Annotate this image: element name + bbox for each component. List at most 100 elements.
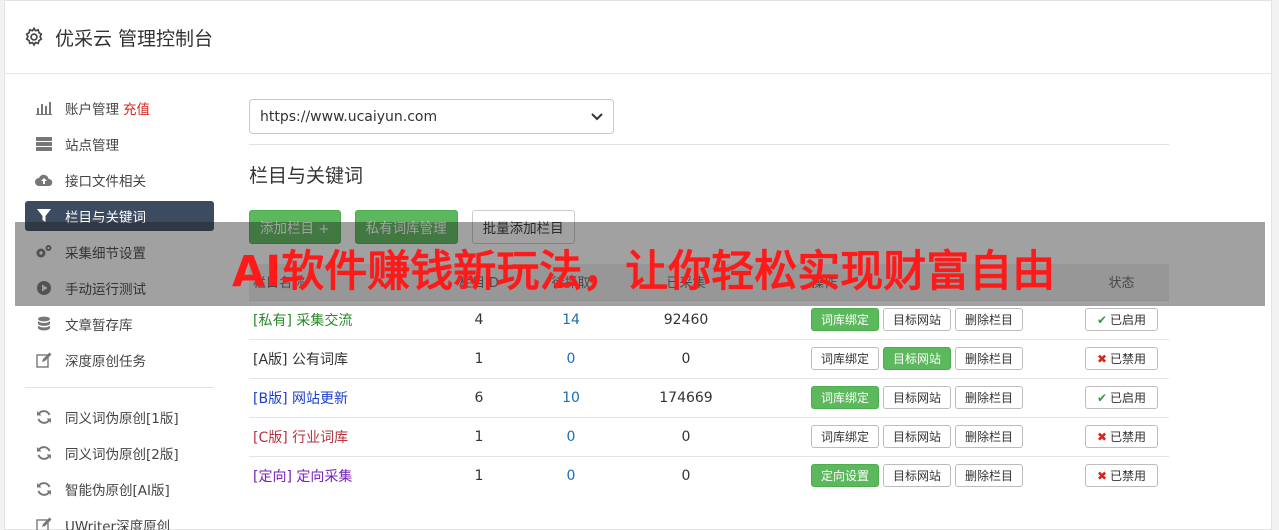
- sidebar-item-label: 文章暂存库: [65, 318, 133, 334]
- column-name-link[interactable]: 网站更新: [292, 391, 348, 407]
- sidebar-item-article-store[interactable]: 文章暂存库: [25, 309, 214, 339]
- delete-column-button[interactable]: 删除栏目: [955, 347, 1024, 370]
- status-label: 已启用: [1110, 313, 1147, 327]
- target-site-button[interactable]: 目标网站: [883, 464, 952, 488]
- collected-count: 0: [623, 416, 749, 456]
- pending-count[interactable]: 10: [519, 377, 623, 417]
- table-row: [B版] 网站更新 6 10 174669 词库绑定 目标网站 删除栏目 ✔ 已启用: [249, 377, 1169, 417]
- column-name-link[interactable]: 公有词库: [292, 352, 348, 368]
- status-cell: ✖ 已禁用: [1074, 416, 1169, 456]
- column-name-link[interactable]: 采集交流: [296, 313, 352, 329]
- pending-count[interactable]: 0: [519, 338, 623, 378]
- delete-column-button[interactable]: 删除栏目: [955, 425, 1024, 448]
- target-site-button[interactable]: 目标网站: [883, 308, 952, 331]
- header: 优采云 管理控制台: [5, 1, 1271, 74]
- status-toggle-button[interactable]: ✔ 已启用: [1085, 308, 1158, 331]
- operations-cell: 词库绑定 目标网站 删除栏目: [749, 416, 1074, 456]
- status-label: 已禁用: [1110, 469, 1147, 484]
- sidebar-item-account[interactable]: 账户管理 充值: [25, 93, 214, 123]
- refresh-icon: [35, 444, 53, 462]
- lexicon-bind-button[interactable]: 词库绑定: [811, 308, 880, 331]
- status-label: 已禁用: [1110, 352, 1147, 366]
- target-site-button[interactable]: 目标网站: [883, 386, 952, 409]
- database-icon: [35, 315, 53, 333]
- sidebar-item-synonym-v2[interactable]: 同义词伪原创[2版]: [25, 438, 214, 468]
- status-toggle-button[interactable]: ✔ 已启用: [1085, 386, 1158, 409]
- refresh-icon: [35, 408, 53, 426]
- sidebar-item-label: 同义词伪原创[1版]: [65, 411, 179, 427]
- status-cell: ✖ 已禁用: [1074, 455, 1169, 495]
- pending-count[interactable]: 0: [519, 455, 623, 495]
- cross-icon: ✖: [1096, 429, 1108, 444]
- pending-count[interactable]: 0: [519, 416, 623, 456]
- cross-icon: ✖: [1096, 351, 1108, 366]
- edit-icon: [35, 351, 53, 369]
- status-label: 已启用: [1110, 391, 1147, 405]
- lexicon-bind-button[interactable]: 词库绑定: [811, 425, 880, 448]
- collected-count: 174669: [623, 377, 749, 417]
- delete-column-button[interactable]: 删除栏目: [955, 386, 1024, 409]
- edit-icon: [35, 516, 53, 530]
- collected-count: 0: [623, 455, 749, 495]
- column-id: 1: [439, 455, 519, 495]
- sidebar-divider: [25, 387, 214, 388]
- status-cell: ✔ 已启用: [1074, 377, 1169, 417]
- sidebar-item-label: 账户管理: [65, 102, 119, 118]
- delete-column-button[interactable]: 删除栏目: [955, 464, 1024, 488]
- delete-column-button[interactable]: 删除栏目: [955, 308, 1024, 331]
- sidebar-item-label: 深度原创任务: [65, 354, 146, 370]
- page-title: 优采云 管理控制台: [55, 27, 214, 50]
- sidebar-item-uwriter[interactable]: UWriter深度原创: [25, 510, 214, 530]
- column-tag: [私有]: [253, 312, 292, 329]
- column-name-cell: [C版] 行业词库: [249, 416, 439, 456]
- column-tag: [定向]: [253, 468, 292, 485]
- column-id: 1: [439, 338, 519, 378]
- lexicon-bind-button[interactable]: 词库绑定: [811, 386, 880, 409]
- sidebar-item-label: 接口文件相关: [65, 174, 146, 190]
- target-site-button[interactable]: 目标网站: [883, 347, 952, 370]
- server-icon: [35, 135, 53, 153]
- status-toggle-button[interactable]: ✖ 已禁用: [1085, 464, 1158, 488]
- sidebar-item-interface[interactable]: 接口文件相关: [25, 165, 214, 195]
- cross-icon: ✖: [1096, 468, 1108, 483]
- sidebar-item-deep-original[interactable]: 深度原创任务: [25, 345, 214, 375]
- section-title: 栏目与关键词: [249, 165, 364, 187]
- table-row: [A版] 公有词库 1 0 0 词库绑定 目标网站 删除栏目 ✖ 已禁用: [249, 338, 1169, 378]
- column-name-link[interactable]: 行业词库: [292, 430, 348, 446]
- collected-count: 0: [623, 338, 749, 378]
- status-toggle-button[interactable]: ✖ 已禁用: [1085, 425, 1158, 448]
- site-select[interactable]: https://www.ucaiyun.com: [249, 99, 614, 134]
- recharge-link[interactable]: 充值: [123, 98, 150, 118]
- operations-cell: 词库绑定 目标网站 删除栏目: [749, 377, 1074, 417]
- cloud-upload-icon: [35, 171, 53, 189]
- sidebar-item-synonym-v1[interactable]: 同义词伪原创[1版]: [25, 402, 214, 432]
- table-row: [定向] 定向采集 1 0 0 定向设置 目标网站 删除栏目 ✖ 已禁用: [249, 455, 1169, 495]
- operations-cell: 词库绑定 目标网站 删除栏目: [749, 338, 1074, 378]
- site-select-value: https://www.ucaiyun.com: [260, 108, 438, 125]
- chevron-down-icon: [591, 112, 603, 120]
- column-name-link[interactable]: 定向采集: [296, 469, 352, 485]
- refresh-icon: [35, 480, 53, 498]
- gear-icon: [25, 26, 43, 47]
- lexicon-bind-button[interactable]: 词库绑定: [811, 347, 880, 370]
- status-toggle-button[interactable]: ✖ 已禁用: [1085, 347, 1158, 370]
- column-id: 6: [439, 377, 519, 417]
- sidebar-item-label: 智能伪原创[AI版]: [65, 483, 170, 499]
- sidebar: 账户管理 充值 站点管理 接口文件相关 栏目与关键词 采集细节设置 手动运行测试…: [25, 93, 214, 530]
- check-icon: ✔: [1096, 312, 1108, 327]
- target-site-button[interactable]: 目标网站: [883, 425, 952, 448]
- column-name-cell: [B版] 网站更新: [249, 377, 439, 417]
- table-row: [C版] 行业词库 1 0 0 词库绑定 目标网站 删除栏目 ✖ 已禁用: [249, 416, 1169, 456]
- lexicon-bind-button[interactable]: 定向设置: [811, 464, 880, 488]
- column-tag: [B版]: [253, 390, 288, 407]
- status-cell: ✖ 已禁用: [1074, 338, 1169, 378]
- column-id: 1: [439, 416, 519, 456]
- sidebar-item-sites[interactable]: 站点管理: [25, 129, 214, 159]
- operations-cell: 定向设置 目标网站 删除栏目: [749, 455, 1074, 495]
- bar-chart-icon: [35, 99, 53, 117]
- column-name-cell: [定向] 定向采集: [249, 455, 439, 495]
- status-label: 已禁用: [1110, 430, 1147, 444]
- sidebar-item-label: 站点管理: [65, 138, 119, 154]
- sidebar-item-ai-rewrite[interactable]: 智能伪原创[AI版]: [25, 474, 214, 504]
- sidebar-item-label: 同义词伪原创[2版]: [65, 447, 179, 463]
